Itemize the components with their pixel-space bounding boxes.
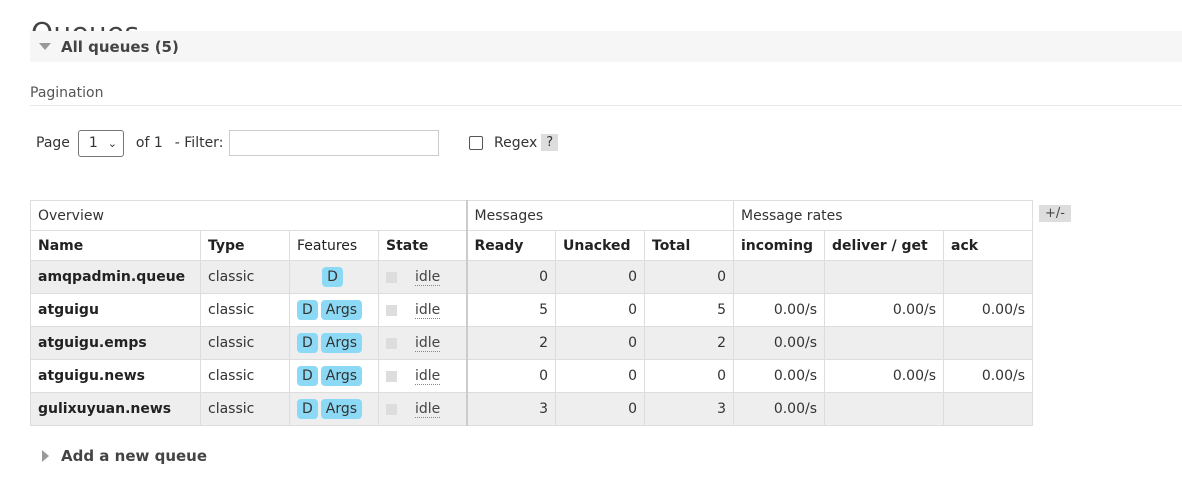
state-indicator bbox=[386, 304, 397, 316]
state-indicator bbox=[386, 403, 397, 415]
feature-durable-tag: D bbox=[297, 333, 318, 353]
queue-name-link[interactable]: atguigu bbox=[30, 293, 201, 327]
queue-ack: 0.00/s bbox=[943, 293, 1033, 327]
queue-deliver-get: 0.00/s bbox=[824, 293, 944, 327]
feature-durable-tag: D bbox=[322, 267, 343, 287]
pagination-label: Pagination bbox=[30, 85, 104, 101]
queue-state: idle bbox=[415, 269, 441, 286]
queue-state: idle bbox=[415, 368, 441, 385]
col-ack[interactable]: ack bbox=[943, 230, 1033, 261]
col-unacked[interactable]: Unacked bbox=[555, 230, 645, 261]
all-queues-header[interactable]: All queues (5) bbox=[30, 31, 1182, 62]
chevron-down-icon: ⌄ bbox=[107, 136, 117, 150]
table-row: atguigu.news classic D Args idle 0 0 0 0.… bbox=[30, 359, 1033, 393]
queue-name-link[interactable]: atguigu.emps bbox=[30, 326, 201, 360]
col-incoming[interactable]: incoming bbox=[733, 230, 825, 261]
queue-unacked: 0 bbox=[555, 293, 645, 327]
page-select[interactable]: 1 ⌄ bbox=[77, 129, 124, 157]
table-row: atguigu classic D Args idle 5 0 5 0.00/s … bbox=[30, 293, 1033, 327]
page-label: Page bbox=[36, 135, 70, 151]
queue-incoming: 0.00/s bbox=[733, 326, 825, 360]
queue-unacked: 0 bbox=[555, 326, 645, 360]
queue-incoming bbox=[733, 260, 825, 294]
feature-args-tag: Args bbox=[320, 333, 363, 353]
col-deliver-get[interactable]: deliver / get bbox=[824, 230, 944, 261]
queue-name-link[interactable]: gulixuyuan.news bbox=[30, 392, 201, 426]
filter-input[interactable] bbox=[229, 130, 440, 156]
queue-ready: 0 bbox=[466, 359, 556, 393]
queue-deliver-get: 0.00/s bbox=[824, 359, 944, 393]
queue-type: classic bbox=[200, 359, 290, 393]
queues-table: Overview Messages Message rates Name Typ… bbox=[30, 200, 1033, 426]
queue-total: 3 bbox=[644, 392, 734, 426]
col-state[interactable]: State bbox=[378, 230, 468, 261]
all-queues-title: All queues (5) bbox=[61, 37, 179, 56]
col-name[interactable]: Name bbox=[30, 230, 201, 261]
queue-total: 0 bbox=[644, 260, 734, 294]
queue-ready: 5 bbox=[466, 293, 556, 327]
state-indicator bbox=[386, 337, 397, 349]
queue-ack bbox=[943, 260, 1033, 294]
queue-ready: 3 bbox=[466, 392, 556, 426]
page-select-value: 1 bbox=[88, 135, 98, 151]
group-messages: Messages bbox=[466, 200, 734, 231]
queue-type: classic bbox=[200, 260, 290, 294]
triangle-down-icon bbox=[39, 43, 51, 50]
col-ready[interactable]: Ready bbox=[466, 230, 556, 261]
queue-ready: 0 bbox=[466, 260, 556, 294]
queue-unacked: 0 bbox=[555, 392, 645, 426]
queue-unacked: 0 bbox=[555, 260, 645, 294]
feature-args-tag: Args bbox=[320, 399, 363, 419]
regex-option: Regex ? bbox=[469, 134, 559, 151]
col-type[interactable]: Type bbox=[200, 230, 290, 261]
queue-state: idle bbox=[415, 401, 441, 418]
of-pages-label: of 1 bbox=[135, 135, 163, 151]
queue-type: classic bbox=[200, 326, 290, 360]
queue-type: classic bbox=[200, 293, 290, 327]
queue-ready: 2 bbox=[466, 326, 556, 360]
pagination-divider bbox=[30, 105, 1182, 106]
regex-help-button[interactable]: ? bbox=[541, 134, 559, 151]
feature-durable-tag: D bbox=[297, 300, 318, 320]
queue-type: classic bbox=[200, 392, 290, 426]
feature-durable-tag: D bbox=[297, 366, 318, 386]
queue-ack bbox=[943, 392, 1033, 426]
feature-args-tag: Args bbox=[320, 366, 363, 386]
filter-label: - Filter: bbox=[174, 135, 224, 151]
columns-toggle-button[interactable]: +/- bbox=[1039, 205, 1071, 222]
state-indicator bbox=[386, 271, 397, 283]
add-queue-label: Add a new queue bbox=[61, 447, 208, 465]
pager: Page 1 ⌄ of 1 - Filter: bbox=[36, 128, 440, 158]
queue-name-link[interactable]: amqpadmin.queue bbox=[30, 260, 201, 294]
add-queue-header[interactable]: Add a new queue bbox=[42, 447, 207, 465]
queue-deliver-get bbox=[824, 260, 944, 294]
queue-total: 2 bbox=[644, 326, 734, 360]
regex-label: Regex bbox=[494, 134, 538, 151]
queue-incoming: 0.00/s bbox=[733, 293, 825, 327]
state-indicator bbox=[386, 370, 397, 382]
table-row: gulixuyuan.news classic D Args idle 3 0 3… bbox=[30, 392, 1033, 426]
queue-ack bbox=[943, 326, 1033, 360]
queue-deliver-get bbox=[824, 326, 944, 360]
queue-total: 5 bbox=[644, 293, 734, 327]
col-total[interactable]: Total bbox=[644, 230, 734, 261]
queue-total: 0 bbox=[644, 359, 734, 393]
feature-args-tag: Args bbox=[320, 300, 363, 320]
queue-incoming: 0.00/s bbox=[733, 392, 825, 426]
group-overview: Overview bbox=[30, 200, 468, 231]
queue-state: idle bbox=[415, 302, 441, 319]
queue-state: idle bbox=[415, 335, 441, 352]
col-features: Features bbox=[289, 230, 379, 261]
queue-deliver-get bbox=[824, 392, 944, 426]
table-row: atguigu.emps classic D Args idle 2 0 2 0.… bbox=[30, 326, 1033, 360]
queue-name-link[interactable]: atguigu.news bbox=[30, 359, 201, 393]
queue-ack: 0.00/s bbox=[943, 359, 1033, 393]
group-message-rates: Message rates bbox=[733, 200, 1033, 231]
triangle-right-icon bbox=[42, 450, 49, 462]
table-row: amqpadmin.queue classic D idle 0 0 0 bbox=[30, 260, 1033, 294]
queue-unacked: 0 bbox=[555, 359, 645, 393]
queue-incoming: 0.00/s bbox=[733, 359, 825, 393]
feature-durable-tag: D bbox=[297, 399, 318, 419]
regex-checkbox[interactable] bbox=[469, 135, 483, 150]
